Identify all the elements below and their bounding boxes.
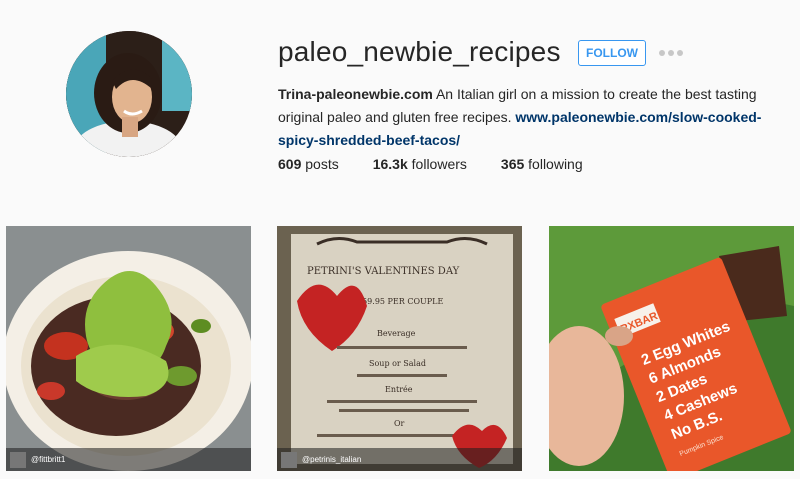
menu-title: PETRINI'S VALENTINES DAY (307, 266, 460, 277)
menu-beverage: Beverage (377, 329, 416, 338)
posts-label: posts (301, 156, 339, 172)
posts-count: 609 (278, 156, 302, 172)
post-credit: @petrinis_italian (277, 448, 522, 471)
bio-full-name: Trina-paleonewbie.com (278, 86, 433, 102)
post-thumbnail-1[interactable]: @fittbritt1 (6, 226, 251, 471)
post-thumbnail-3[interactable]: RXBAR 2 Egg Whites 6 Almonds 2 Dates 4 C… (549, 226, 794, 471)
more-dot (659, 50, 665, 56)
more-dot (668, 50, 674, 56)
following-stat[interactable]: 365 following (501, 156, 583, 172)
credit-username: @fittbritt1 (31, 455, 66, 464)
following-count: 365 (500, 156, 525, 172)
profile-avatar (66, 31, 192, 157)
menu-price: $59.95 PER COUPLE (357, 297, 443, 306)
follow-button[interactable]: FOLLOW (578, 40, 646, 66)
post-credit: @fittbritt1 (6, 448, 251, 471)
credit-avatar (10, 451, 26, 468)
posts-stat[interactable]: 609 posts (278, 156, 339, 172)
rxbar-image: RXBAR 2 Egg Whites 6 Almonds 2 Dates 4 C… (549, 226, 794, 471)
credit-username: @petrinis_italian (302, 455, 362, 464)
credit-avatar (281, 451, 297, 468)
followers-stat[interactable]: 16.3k followers (373, 156, 467, 172)
menu-or: Or (394, 419, 405, 428)
profile-stats: 609 posts 16.3k followers 365 following (278, 156, 617, 172)
following-label: following (524, 156, 583, 172)
more-dot (677, 50, 683, 56)
menu-image: PETRINI'S VALENTINES DAY $59.95 PER COUP… (277, 226, 522, 471)
profile-username: paleo_newbie_recipes (278, 36, 561, 67)
menu-entree: Entrée (385, 385, 413, 394)
post-thumbnail-2[interactable]: PETRINI'S VALENTINES DAY $59.95 PER COUP… (277, 226, 522, 471)
more-options-icon[interactable] (659, 48, 683, 58)
followers-count: 16.3k (372, 156, 408, 172)
menu-soup: Soup or Salad (369, 359, 426, 368)
tacos-image (6, 226, 251, 471)
followers-label: followers (407, 156, 467, 172)
profile-bio: Trina-paleonewbie.com An Italian girl on… (278, 83, 778, 152)
